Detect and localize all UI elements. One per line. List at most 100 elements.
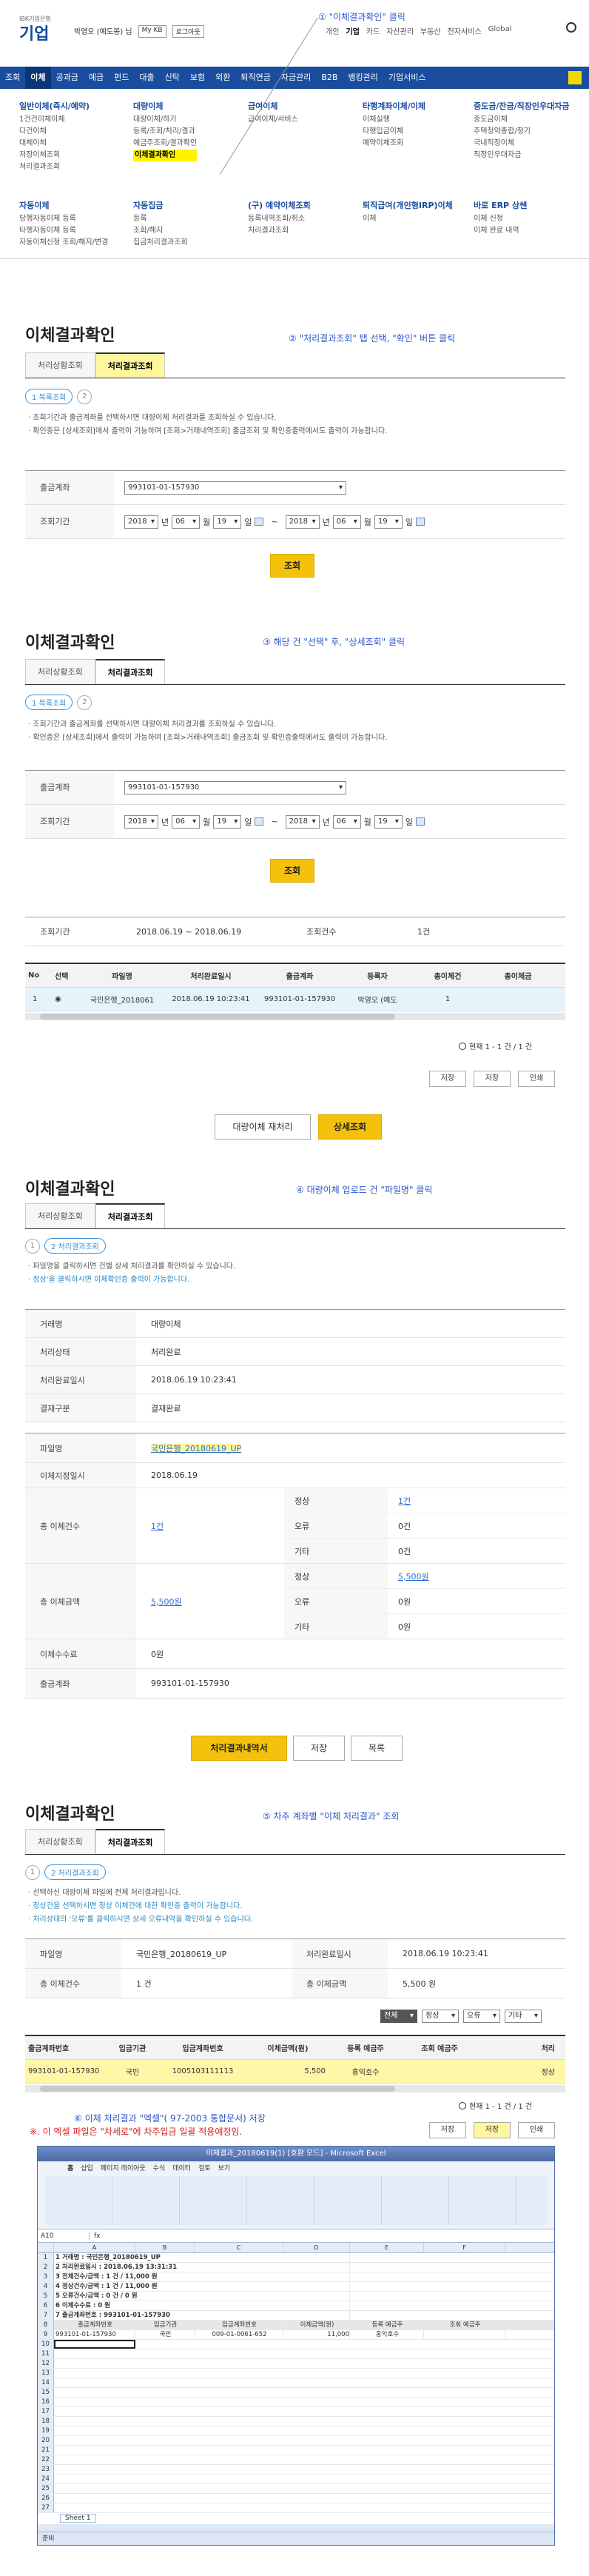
save-button[interactable]: 저장 bbox=[293, 1736, 345, 1761]
menu-publicfee[interactable]: 공과금 bbox=[51, 67, 84, 89]
mega-item[interactable]: 이체 신청 bbox=[474, 213, 527, 225]
account-select[interactable]: 993101-01-157930 ▾ bbox=[124, 780, 346, 794]
mega-item[interactable]: 이체 완료 내역 bbox=[474, 225, 527, 237]
search-button[interactable]: 조회 bbox=[270, 859, 314, 883]
year-from-select[interactable]: 2018 ▾ bbox=[124, 515, 158, 529]
ribbon-tab[interactable]: 검토 bbox=[198, 2163, 211, 2172]
filter-etc[interactable]: 기타 ▾ bbox=[505, 2010, 542, 2023]
result-print-button[interactable]: 처리결과내역서 bbox=[191, 1736, 287, 1761]
calendar-icon[interactable] bbox=[415, 817, 425, 826]
active-cell[interactable] bbox=[54, 2340, 135, 2349]
menu-fund[interactable]: 펀드 bbox=[109, 67, 134, 89]
list-button[interactable]: 목록 bbox=[351, 1736, 403, 1761]
mega-item[interactable]: 대체이체 bbox=[19, 138, 90, 150]
month-from-select[interactable]: 06 ▾ bbox=[172, 814, 201, 829]
mega-title[interactable]: 일반이체(즉시/예약) bbox=[19, 101, 90, 113]
menu-inquiry[interactable]: 조회 bbox=[0, 67, 25, 89]
menu-transfer[interactable]: 이체 bbox=[25, 67, 51, 89]
ribbon-tab[interactable]: 페이지 레이아웃 bbox=[101, 2163, 146, 2172]
horizontal-scrollbar[interactable] bbox=[25, 2085, 565, 2092]
menu-fundmgmt[interactable]: 자금관리 bbox=[276, 67, 316, 89]
mega-item[interactable]: 집금처리결과조회 bbox=[133, 237, 188, 249]
mega-item[interactable]: 당행자동이체 등록 bbox=[19, 213, 108, 225]
print-button[interactable]: 인쇄 bbox=[518, 2122, 555, 2138]
mega-item[interactable]: 처리결과조회 bbox=[248, 225, 311, 237]
calendar-icon[interactable] bbox=[415, 518, 425, 526]
search-icon[interactable] bbox=[566, 22, 576, 33]
hamburger-icon[interactable] bbox=[568, 71, 582, 84]
search-icon[interactable] bbox=[459, 1042, 466, 1050]
tab-status[interactable]: 처리상황조회 bbox=[25, 1829, 95, 1854]
mega-item[interactable]: 타행자동이체 등록 bbox=[19, 225, 108, 237]
mega-item[interactable]: 대량이체/하기 bbox=[133, 114, 197, 126]
save-button[interactable]: 저장 bbox=[429, 2122, 466, 2138]
filter-ok[interactable]: 정상 ▾ bbox=[422, 2010, 459, 2023]
mega-item[interactable]: 1건건이체이체 bbox=[19, 114, 90, 126]
mega-title[interactable]: 자동집금 bbox=[133, 200, 188, 212]
filter-all[interactable]: 전체 ▾ bbox=[380, 2010, 417, 2023]
tab-status[interactable]: 처리상황조회 bbox=[25, 1203, 95, 1228]
menu-insurance[interactable]: 보험 bbox=[185, 67, 210, 89]
ribbon-tab[interactable]: 데이터 bbox=[172, 2163, 191, 2172]
mega-item[interactable]: 등록/조회/처리/결과 bbox=[133, 126, 197, 138]
menu-loan[interactable]: 대출 bbox=[134, 67, 159, 89]
nav-personal[interactable]: 개인 bbox=[326, 25, 339, 36]
detail-button[interactable]: 상세조회 bbox=[318, 1114, 382, 1140]
amount-value[interactable]: 5,500원 bbox=[151, 1597, 182, 1607]
search-button[interactable]: 조회 bbox=[270, 554, 314, 578]
mega-item[interactable]: 등록 bbox=[133, 213, 188, 225]
mega-item[interactable]: 예약이체조회 bbox=[363, 138, 425, 150]
day-to-select[interactable]: 19 ▾ bbox=[374, 515, 403, 529]
menu-b2b[interactable]: B2B bbox=[316, 67, 343, 89]
mega-title[interactable]: 급여이체 bbox=[248, 101, 298, 113]
mega-item[interactable]: 조회/해지 bbox=[133, 225, 188, 237]
reprocess-button[interactable]: 대량이체 재처리 bbox=[215, 1114, 311, 1140]
ribbon-tab[interactable]: 보기 bbox=[218, 2163, 231, 2172]
mega-item[interactable]: 국내직장이체 bbox=[474, 138, 585, 150]
year-to-select[interactable]: 2018 ▾ bbox=[285, 515, 320, 529]
nav-corporate[interactable]: 기업 bbox=[346, 25, 359, 36]
mega-item[interactable]: 예금주조회/결과확인 bbox=[133, 138, 197, 150]
nav-global[interactable]: Global bbox=[488, 25, 512, 36]
mega-title[interactable]: 중도금/잔금/직장인우대자금 bbox=[474, 101, 585, 113]
mega-title[interactable]: 자동이체 bbox=[19, 200, 108, 212]
ribbon-commands[interactable] bbox=[45, 2176, 548, 2225]
count-value[interactable]: 1건 bbox=[151, 1522, 164, 1531]
mega-item[interactable]: 등록내역조회/취소 bbox=[248, 213, 311, 225]
save-button[interactable]: 저장 bbox=[429, 1071, 466, 1087]
menu-deposit[interactable]: 예금 bbox=[84, 67, 109, 89]
filter-error[interactable]: 오류 ▾ bbox=[463, 2010, 500, 2023]
mega-item[interactable]: 중도금이체 bbox=[474, 114, 585, 126]
mega-title[interactable]: (구) 예약이체조회 bbox=[248, 200, 311, 212]
mykb-button[interactable]: My KB bbox=[138, 25, 166, 38]
mega-title[interactable]: 바로 ERP 상쌘 bbox=[474, 200, 527, 212]
nav-asset[interactable]: 자산관리 bbox=[386, 25, 414, 36]
tab-result[interactable]: 처리결과조회 bbox=[95, 659, 166, 684]
mega-item-transfer-result[interactable]: 이체결과확인 bbox=[133, 150, 198, 161]
name-box[interactable]: A10 bbox=[38, 2232, 90, 2240]
day-to-select[interactable]: 19 ▾ bbox=[374, 814, 403, 829]
sheet-tab[interactable]: Sheet 1 bbox=[60, 2514, 96, 2523]
logout-button[interactable]: 로그아웃 bbox=[172, 25, 204, 38]
mega-title[interactable]: 퇴직급여(개인형IRP)이체 bbox=[363, 200, 466, 212]
month-to-select[interactable]: 06 ▾ bbox=[332, 515, 361, 529]
mega-item[interactable]: 다건이체 bbox=[19, 126, 90, 138]
mega-item[interactable]: 직장인우대자금 bbox=[474, 150, 585, 161]
mega-item[interactable]: 저장이체조회 bbox=[19, 150, 90, 161]
bank-logo[interactable]: 기업 bbox=[19, 21, 49, 44]
ribbon-tab[interactable]: 수식 bbox=[153, 2163, 166, 2172]
mega-item[interactable]: 이체 bbox=[363, 213, 466, 225]
mega-title[interactable]: 대량이체 bbox=[133, 101, 197, 113]
menu-banking[interactable]: 뱅킹관리 bbox=[343, 67, 383, 89]
nav-realestate[interactable]: 부동산 bbox=[420, 25, 441, 36]
mega-item[interactable]: 처리결과조회 bbox=[19, 161, 90, 173]
tab-status[interactable]: 처리상황조회 bbox=[25, 659, 95, 684]
tab-result[interactable]: 처리결과조회 bbox=[95, 352, 166, 378]
day-from-select[interactable]: 19 ▾ bbox=[213, 515, 242, 529]
menu-forex[interactable]: 외환 bbox=[210, 67, 235, 89]
search-icon[interactable] bbox=[459, 2101, 466, 2110]
mega-item[interactable]: 타행입금이체 bbox=[363, 126, 425, 138]
account-select[interactable]: 993101-01-157930 ▾ bbox=[124, 481, 346, 495]
print-button[interactable]: 인쇄 bbox=[518, 1071, 555, 1087]
mega-title[interactable]: 타행계좌이체/이체 bbox=[363, 101, 425, 113]
